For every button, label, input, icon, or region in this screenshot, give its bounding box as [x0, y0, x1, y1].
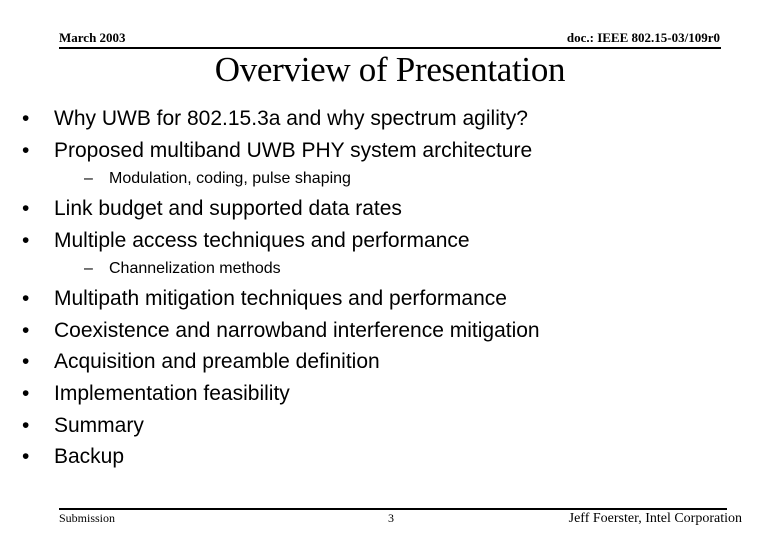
footer-divider — [59, 508, 727, 510]
bullet-text: Implementation feasibility — [54, 382, 290, 405]
bullet-icon: • — [22, 107, 30, 130]
bullet-text: Acquisition and preamble definition — [54, 350, 380, 373]
bullet-icon: • — [22, 229, 30, 252]
sub-bullet-text: Modulation, coding, pulse shaping — [109, 170, 351, 187]
bullet-text: Backup — [54, 445, 125, 468]
footer-author: Jeff Foerster, Intel Corporation — [568, 511, 742, 526]
footer-submission: Submission — [59, 511, 116, 525]
bullet-text: Multipath mitigation techniques and perf… — [54, 287, 507, 310]
dash-icon: – — [84, 260, 93, 277]
slide-title: Overview of Presentation — [214, 50, 566, 89]
bullet-icon: • — [22, 319, 30, 342]
bullet-text: Link budget and supported data rates — [54, 197, 402, 220]
bullet-text: Summary — [54, 414, 144, 437]
bullet-icon: • — [22, 287, 30, 310]
bullet-text: Coexistence and narrowband interference … — [54, 319, 540, 342]
bullet-icon: • — [22, 197, 30, 220]
header-divider — [59, 47, 721, 49]
bullet-icon: • — [22, 139, 30, 162]
dash-icon: – — [84, 170, 93, 187]
header-doc-id: doc.: IEEE 802.15-03/109r0 — [566, 30, 720, 45]
bullet-text: Why UWB for 802.15.3a and why spectrum a… — [54, 107, 528, 130]
bullet-icon: • — [22, 382, 30, 405]
sub-bullet-text: Channelization methods — [109, 260, 281, 277]
bullet-text: Multiple access techniques and performan… — [54, 229, 470, 252]
bullet-icon: • — [22, 414, 30, 437]
bullet-text: Proposed multiband UWB PHY system archit… — [54, 139, 533, 162]
bullet-icon: • — [22, 350, 30, 373]
header-date: March 2003 — [59, 30, 126, 45]
bullet-icon: • — [22, 445, 30, 468]
page-number: 3 — [388, 511, 394, 525]
